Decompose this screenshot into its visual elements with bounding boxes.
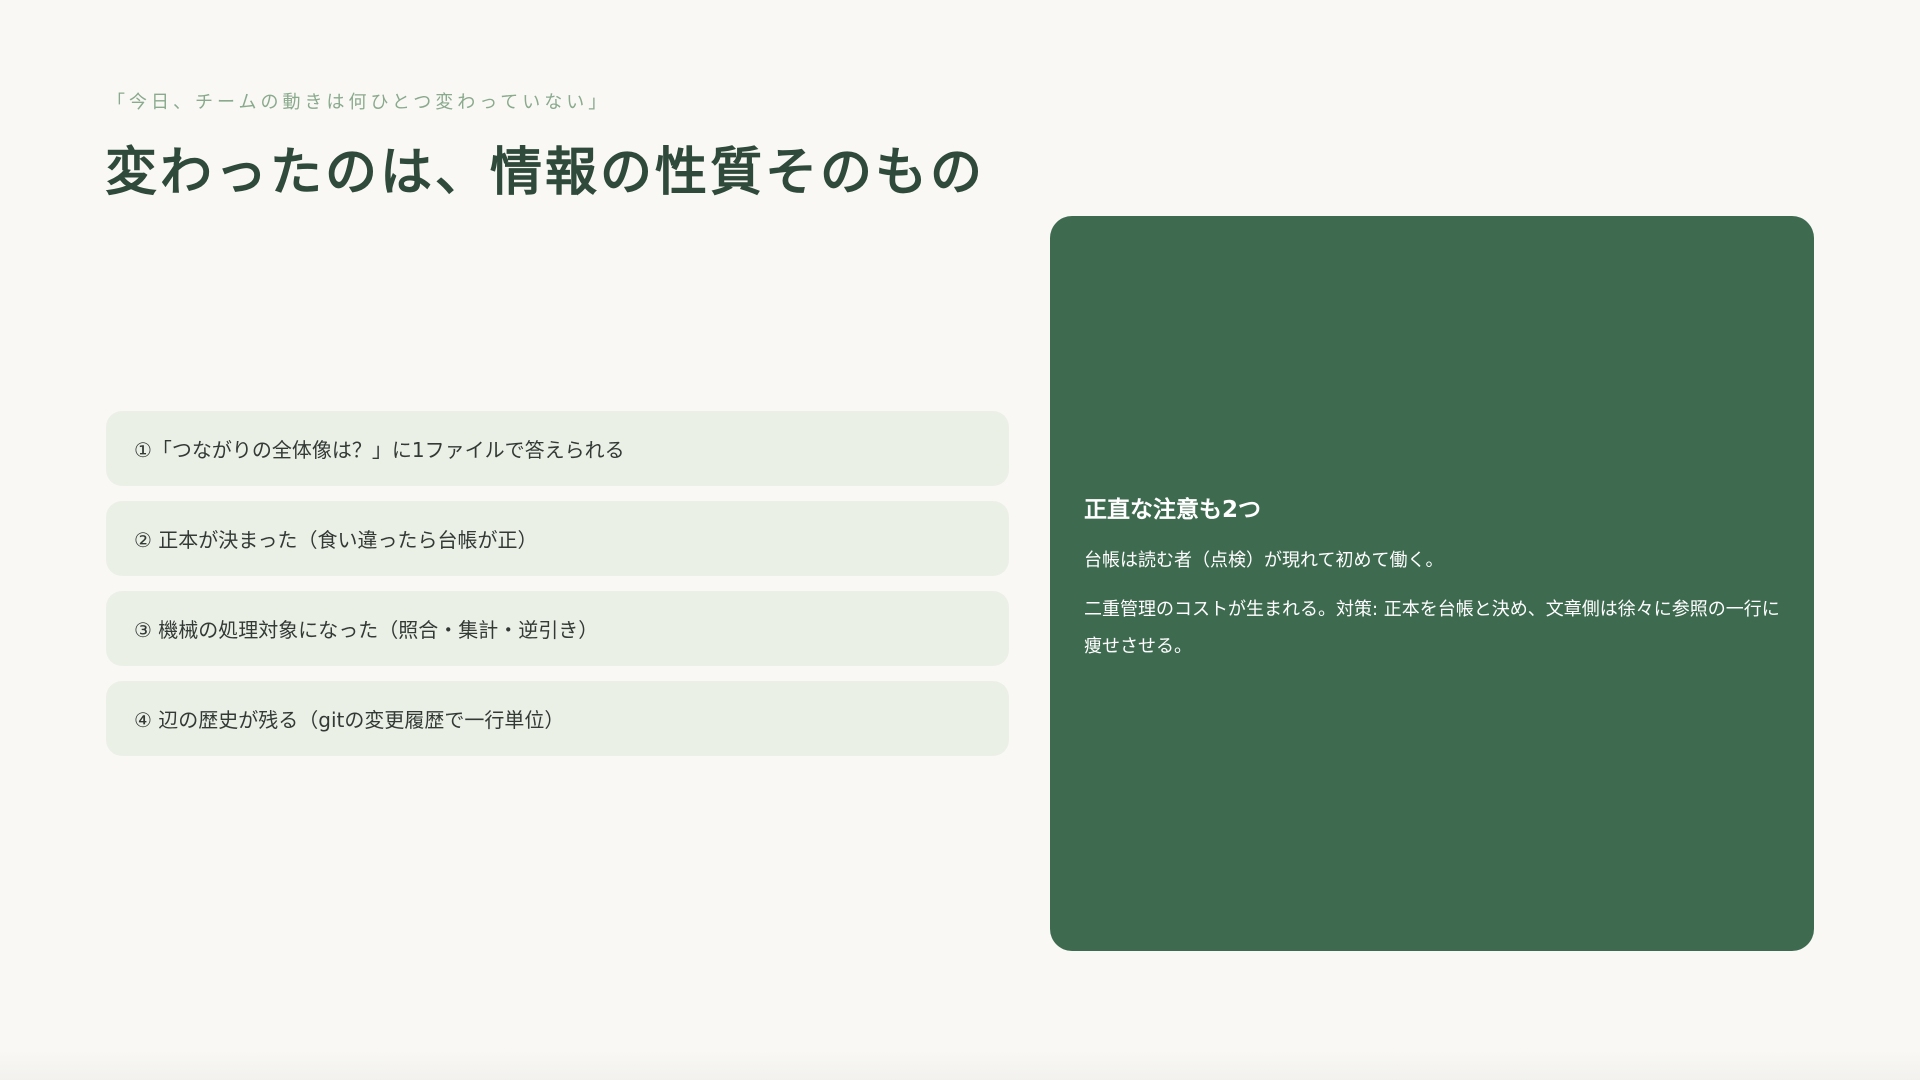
caution-card: 正直な注意も2つ 台帳は読む者（点検）が現れて初めて働く。 二重管理のコストが生… — [1050, 216, 1814, 951]
slide-title: 変わったのは、情報の性質そのもの — [105, 143, 986, 203]
slide-eyebrow: 「今日、チームの動きは何ひとつ変わっていない」 — [107, 92, 611, 113]
caution-line-1: 台帳は読む者（点検）が現れて初めて働く。 — [1084, 550, 1444, 571]
point-item-3: ③ 機械の処理対象になった（照合・集計・逆引き） — [106, 591, 1009, 666]
slide: 「今日、チームの動きは何ひとつ変わっていない」 変わったのは、情報の性質そのもの… — [0, 0, 1920, 1080]
caution-title: 正直な注意も2つ — [1084, 497, 1262, 523]
point-item-1: ①「つながりの全体像は？」に1ファイルで答えられる — [106, 411, 1009, 486]
bottom-band — [0, 1050, 1920, 1080]
caution-line-2: 二重管理のコストが生まれる。対策: 正本を台帳と決め、文章側は徐々に参照の一行に… — [1084, 599, 1780, 657]
points-list: ①「つながりの全体像は？」に1ファイルで答えられる ② 正本が決まった（食い違っ… — [106, 411, 1009, 771]
point-item-2: ② 正本が決まった（食い違ったら台帳が正） — [106, 501, 1009, 576]
point-item-4: ④ 辺の歴史が残る（gitの変更履歴で一行単位） — [106, 681, 1009, 756]
